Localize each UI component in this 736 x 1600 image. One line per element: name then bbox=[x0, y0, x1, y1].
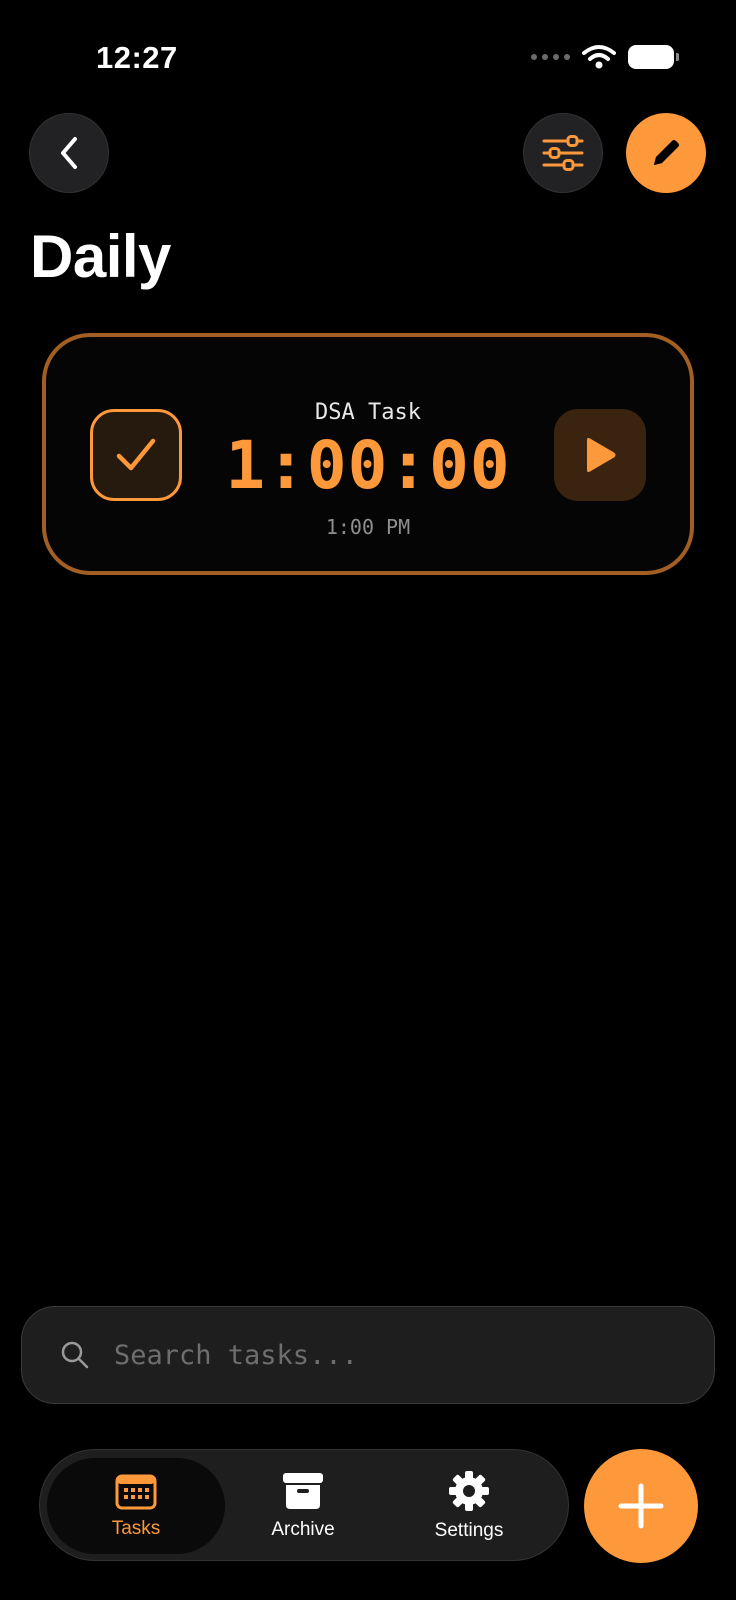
calendar-icon bbox=[115, 1474, 157, 1510]
battery-icon bbox=[628, 45, 679, 69]
tab-settings[interactable]: Settings bbox=[380, 1458, 558, 1554]
tab-label: Settings bbox=[434, 1520, 504, 1541]
plus-icon bbox=[618, 1483, 664, 1529]
add-task-button[interactable] bbox=[584, 1449, 698, 1563]
tab-label: Tasks bbox=[111, 1518, 161, 1539]
search-icon bbox=[60, 1340, 90, 1370]
tab-label: Archive bbox=[271, 1519, 335, 1540]
tab-bar: Tasks Archive Settings bbox=[39, 1449, 569, 1561]
task-scheduled-time: 1:00 PM bbox=[325, 515, 411, 539]
pencil-icon bbox=[654, 140, 679, 165]
play-icon bbox=[587, 438, 616, 472]
task-card[interactable]: DSA Task 1:00:00 1:00 PM bbox=[42, 333, 694, 575]
tab-tasks[interactable]: Tasks bbox=[47, 1458, 225, 1554]
page-title: Daily bbox=[30, 223, 171, 290]
edit-button[interactable] bbox=[626, 113, 706, 193]
signal-icon bbox=[531, 54, 570, 60]
search-input[interactable] bbox=[112, 1338, 714, 1372]
status-icons bbox=[531, 44, 679, 70]
status-time: 12:27 bbox=[96, 40, 178, 75]
archive-box-icon bbox=[283, 1473, 323, 1509]
wifi-icon bbox=[582, 45, 616, 69]
filter-button[interactable] bbox=[523, 113, 603, 193]
back-button[interactable] bbox=[29, 113, 109, 193]
sliders-icon bbox=[542, 135, 584, 171]
tab-archive[interactable]: Archive bbox=[214, 1458, 392, 1554]
gear-icon bbox=[449, 1471, 489, 1511]
chevron-left-icon bbox=[61, 137, 77, 169]
search-bar[interactable] bbox=[21, 1306, 715, 1404]
play-button[interactable] bbox=[554, 409, 646, 501]
